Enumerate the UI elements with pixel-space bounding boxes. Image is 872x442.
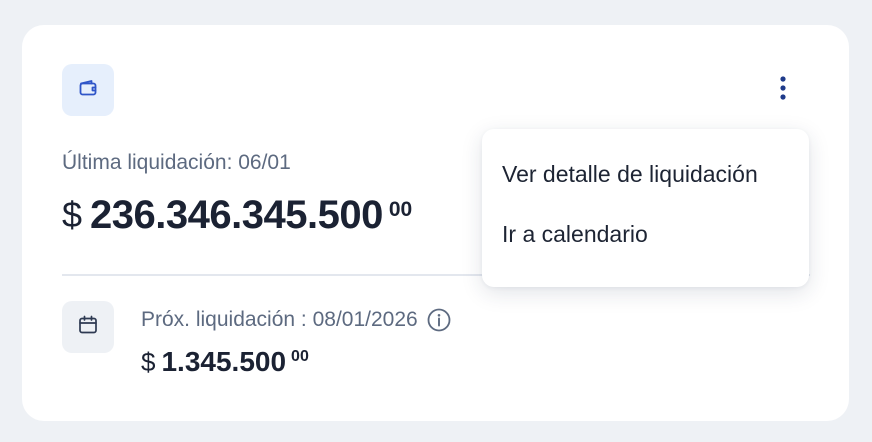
- wallet-badge: [62, 64, 114, 116]
- more-vertical-icon: [779, 75, 787, 106]
- next-settlement-row: Próx. liquidación : 08/01/2026: [141, 307, 452, 333]
- amount-value: 236.346.345.500: [90, 193, 383, 237]
- last-settlement-label: Última liquidación: 06/01: [62, 151, 291, 174]
- amount-value: 1.345.500: [161, 346, 287, 377]
- info-icon[interactable]: [426, 307, 452, 333]
- currency-symbol: $: [62, 194, 83, 235]
- more-options-button[interactable]: [768, 75, 798, 105]
- wallet-icon: [76, 76, 100, 105]
- amount-cents: 00: [291, 348, 309, 365]
- calendar-badge: [62, 301, 114, 353]
- menu-item-go-to-calendar[interactable]: Ir a calendario: [482, 201, 809, 267]
- next-settlement-amount: $ 1.345.500 00: [141, 345, 309, 379]
- menu-item-view-settlement-detail[interactable]: Ver detalle de liquidación: [482, 149, 809, 201]
- amount-cents: 00: [388, 198, 413, 221]
- options-dropdown-menu: Ver detalle de liquidación Ir a calendar…: [482, 129, 809, 287]
- currency-symbol: $: [141, 347, 156, 377]
- last-settlement-amount: $ 236.346.345.500 00: [62, 193, 412, 237]
- calendar-icon: [76, 313, 100, 342]
- next-settlement-label: Próx. liquidación : 08/01/2026: [141, 308, 418, 331]
